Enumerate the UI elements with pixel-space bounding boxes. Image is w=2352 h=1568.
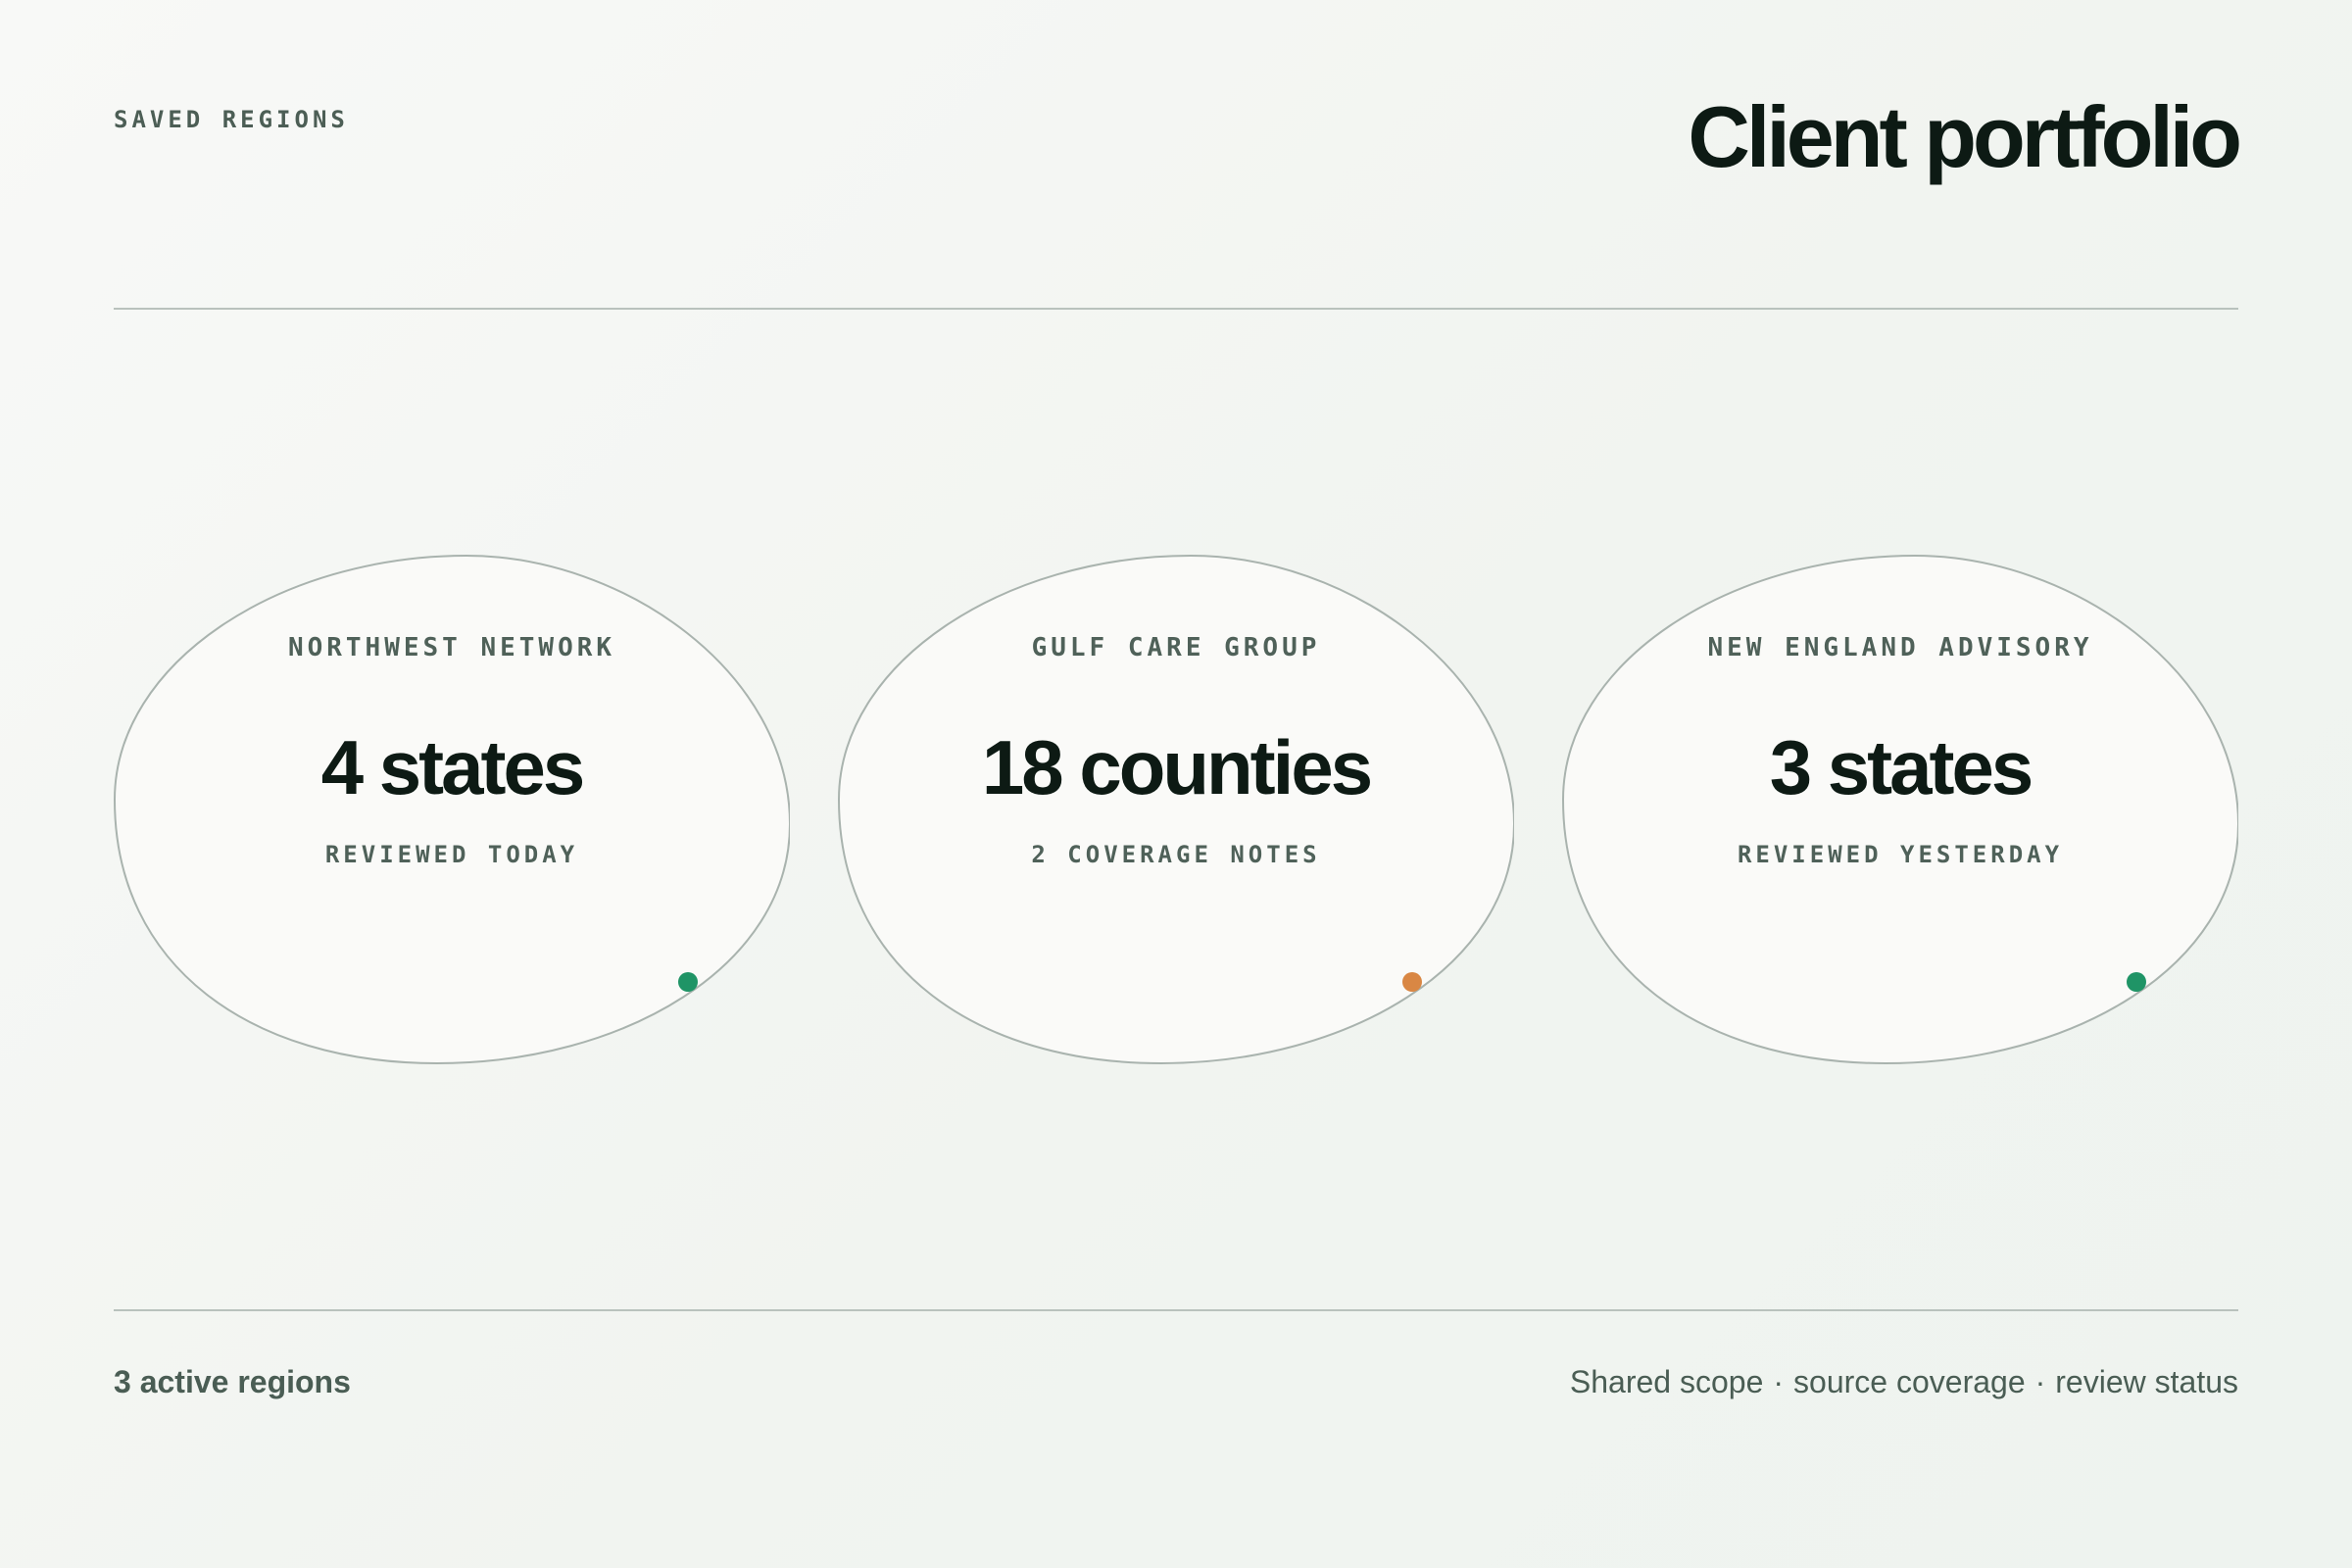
footer-meta-item: Shared scope bbox=[1569, 1364, 1764, 1399]
region-card-new-england-advisory[interactable]: NEW ENGLAND ADVISORY 3 states REVIEWED Y… bbox=[1562, 555, 2238, 1064]
region-name: NEW ENGLAND ADVISORY bbox=[1707, 633, 2093, 662]
page-title: Client portfolio bbox=[1688, 88, 2242, 185]
status-dot-icon bbox=[2127, 972, 2146, 992]
region-cards: NORTHWEST NETWORK 4 states REVIEWED TODA… bbox=[114, 555, 2238, 1064]
active-regions-count: 3 active regions bbox=[114, 1364, 351, 1399]
region-review-note: 2 COVERAGE NOTES bbox=[1031, 841, 1321, 868]
footer-divider bbox=[114, 1309, 2238, 1311]
footer-separator: · bbox=[2034, 1364, 2046, 1399]
header-divider bbox=[114, 308, 2238, 310]
footer-separator: · bbox=[1773, 1364, 1785, 1399]
region-card-gulf-care-group[interactable]: GULF CARE GROUP 18 counties 2 COVERAGE N… bbox=[838, 555, 1514, 1064]
status-dot-icon bbox=[1402, 972, 1422, 992]
status-dot-icon bbox=[678, 972, 698, 992]
footer-meta: Shared scope · source coverage · review stat… bbox=[1570, 1364, 2238, 1400]
region-scope-value: 3 states bbox=[1769, 724, 2034, 810]
region-name: GULF CARE GROUP bbox=[1031, 633, 1321, 662]
region-name: NORTHWEST NETWORK bbox=[287, 633, 616, 662]
footer-meta-item: source coverage bbox=[1793, 1364, 2026, 1399]
region-scope-value: 18 counties bbox=[981, 724, 1373, 810]
region-review-note: REVIEWED TODAY bbox=[324, 841, 579, 868]
saved-regions-eyebrow: SAVED REGIONS bbox=[114, 106, 349, 133]
region-scope-value: 4 states bbox=[320, 724, 586, 810]
region-review-note: REVIEWED YESTERDAY bbox=[1737, 841, 2064, 868]
region-card-northwest-network[interactable]: NORTHWEST NETWORK 4 states REVIEWED TODA… bbox=[114, 555, 790, 1064]
footer-meta-item: review status bbox=[2055, 1364, 2238, 1399]
